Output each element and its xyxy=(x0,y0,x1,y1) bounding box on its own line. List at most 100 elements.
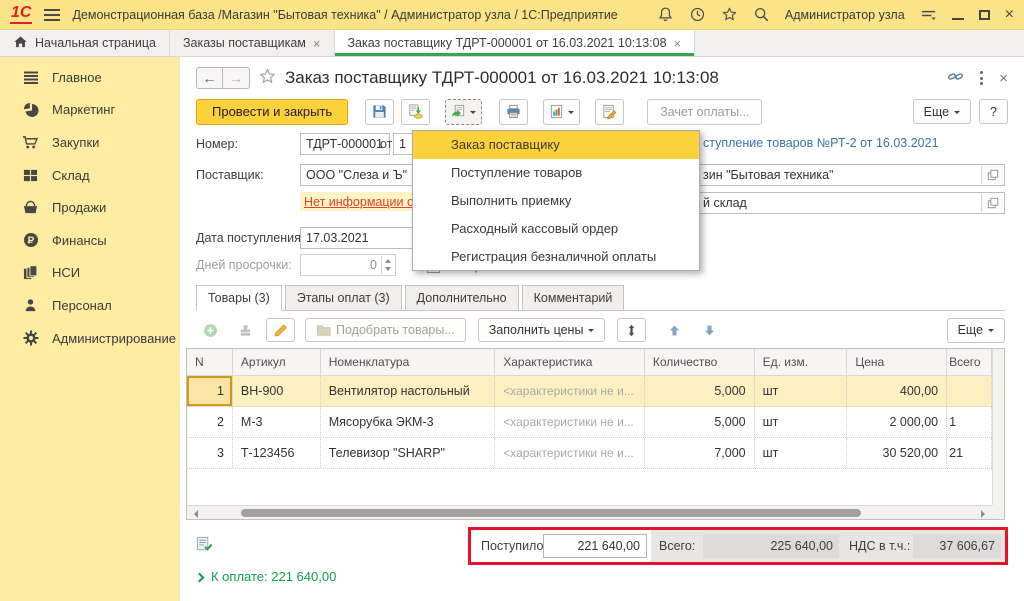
cell-price[interactable]: 2 000,00 xyxy=(847,407,947,437)
sidebar-item-main[interactable]: Главное xyxy=(0,61,180,94)
cell-price[interactable]: 400,00 xyxy=(847,376,947,406)
sidebar-item-administration[interactable]: Администрирование xyxy=(0,322,180,355)
menu-item-perform-acceptance[interactable]: Выполнить приемку xyxy=(413,187,699,215)
sidebar-item-purchases[interactable]: Закупки xyxy=(0,126,180,159)
tab-home[interactable]: Начальная страница xyxy=(0,30,170,56)
field-chooser-icon[interactable] xyxy=(981,166,1003,184)
menu-item-cashless-payment[interactable]: Регистрация безналичной оплаты xyxy=(413,242,699,270)
sidebar-item-warehouse[interactable]: Склад xyxy=(0,159,180,192)
hamburger-icon[interactable] xyxy=(44,9,60,21)
user-name[interactable]: Администратор узла xyxy=(785,8,905,22)
service-menu-icon[interactable] xyxy=(920,6,937,23)
menu-item-supplier-order[interactable]: Заказ поставщику xyxy=(413,131,699,159)
cell-total[interactable]: 21 xyxy=(947,438,992,468)
number-input[interactable]: ТДРТ-000001 xyxy=(300,133,390,155)
cell-characteristic[interactable]: <характеристики не и... xyxy=(495,438,645,468)
tab-payment-stages[interactable]: Этапы оплат (3) xyxy=(285,285,402,310)
pick-goods-button[interactable]: Подобрать товары... xyxy=(305,318,466,342)
stamp-button[interactable] xyxy=(231,318,260,342)
save-button[interactable] xyxy=(365,99,394,125)
back-button[interactable]: ← xyxy=(196,67,223,89)
cell-unit[interactable]: шт xyxy=(755,376,848,406)
kebab-menu-icon[interactable] xyxy=(980,71,983,85)
menu-item-cash-order[interactable]: Расходный кассовый ордер xyxy=(413,214,699,242)
scroll-right-icon[interactable] xyxy=(981,510,989,518)
sidebar-item-personnel[interactable]: Персонал xyxy=(0,289,180,322)
arrival-date-input[interactable]: 17.03.2021 xyxy=(300,227,422,249)
maximize-icon[interactable] xyxy=(979,10,990,20)
cell-article[interactable]: М-3 xyxy=(233,407,321,437)
sidebar-item-finance[interactable]: Р Финансы xyxy=(0,224,180,257)
tab-additional[interactable]: Дополнительно xyxy=(405,285,519,310)
edit-button[interactable] xyxy=(595,99,624,125)
receipt-document-link[interactable]: ступление товаров №РТ-2 от 16.03.2021 xyxy=(703,136,939,150)
tab-close-icon[interactable]: × xyxy=(674,36,682,51)
reports-button[interactable] xyxy=(543,99,580,125)
cell-price[interactable]: 30 520,00 xyxy=(847,438,947,468)
favorites-icon[interactable] xyxy=(721,6,738,23)
cell-unit[interactable]: шт xyxy=(755,438,848,468)
menu-item-goods-receipt[interactable]: Поступление товаров xyxy=(413,159,699,187)
row-height-button[interactable] xyxy=(617,318,646,342)
post-and-close-button[interactable]: Провести и закрыть xyxy=(196,99,348,125)
favorite-star-icon[interactable] xyxy=(258,67,277,89)
history-icon[interactable] xyxy=(689,6,706,23)
cell-n[interactable]: 1 xyxy=(187,376,233,406)
scroll-left-icon[interactable] xyxy=(190,510,198,518)
move-up-button[interactable] xyxy=(660,318,689,342)
vertical-scrollbar[interactable] xyxy=(992,349,1004,505)
spinner-icon[interactable] xyxy=(381,256,394,274)
close-icon[interactable]: × xyxy=(1005,8,1014,22)
tab-supplier-orders[interactable]: Заказы поставщикам × xyxy=(170,30,335,56)
post-document-button[interactable] xyxy=(401,99,430,125)
cell-total[interactable]: 1 xyxy=(947,407,992,437)
sidebar-item-marketing[interactable]: Маркетинг xyxy=(0,94,180,127)
table-row[interactable]: 1 ВН-900 Вентилятор настольный <характер… xyxy=(187,376,992,407)
payment-offset-button[interactable]: Зачет оплаты... xyxy=(647,99,762,125)
horizontal-scrollbar[interactable] xyxy=(187,505,992,519)
received-input[interactable]: 221 640,00 xyxy=(543,534,647,558)
scrollbar-thumb[interactable] xyxy=(241,509,861,517)
link-icon[interactable] xyxy=(947,68,964,88)
cell-article[interactable]: ВН-900 xyxy=(233,376,321,406)
sidebar-item-sales[interactable]: Продажи xyxy=(0,191,180,224)
doc-check-icon[interactable] xyxy=(196,535,213,555)
tab-supplier-order-doc[interactable]: Заказ поставщику ТДРТ-000001 от 16.03.20… xyxy=(335,30,696,56)
cell-characteristic[interactable]: <характеристики не и... xyxy=(495,407,645,437)
cell-quantity[interactable]: 5,000 xyxy=(645,376,755,406)
cell-article[interactable]: Т-123456 xyxy=(233,438,321,468)
cell-nomenclature[interactable]: Телевизор "SHARP" xyxy=(321,438,496,468)
search-icon[interactable] xyxy=(753,6,770,23)
bell-icon[interactable] xyxy=(657,6,674,23)
add-row-button[interactable] xyxy=(196,318,225,342)
fill-prices-button[interactable]: Заполнить цены xyxy=(478,318,606,342)
cell-n[interactable]: 3 xyxy=(187,438,233,468)
overdue-days-input[interactable]: 0 xyxy=(300,254,396,276)
sidebar-item-nsi[interactable]: НСИ xyxy=(0,257,180,290)
tab-close-icon[interactable]: × xyxy=(313,36,321,51)
to-pay-link[interactable]: К оплате: 221 640,00 xyxy=(196,569,336,584)
create-based-on-button[interactable] xyxy=(445,99,482,125)
table-row[interactable]: 2 М-3 Мясорубка ЭКМ-3 <характеристики не… xyxy=(187,407,992,438)
print-button[interactable] xyxy=(499,99,528,125)
help-button[interactable]: ? xyxy=(979,99,1008,124)
forward-button[interactable]: → xyxy=(223,67,250,89)
cell-characteristic[interactable]: <характеристики не и... xyxy=(495,376,645,406)
tab-comment[interactable]: Комментарий xyxy=(522,285,625,310)
move-down-button[interactable] xyxy=(695,318,724,342)
field-chooser-icon[interactable] xyxy=(981,194,1003,212)
cell-nomenclature[interactable]: Мясорубка ЭКМ-3 xyxy=(321,407,496,437)
cell-nomenclature[interactable]: Вентилятор настольный xyxy=(321,376,496,406)
cell-quantity[interactable]: 5,000 xyxy=(645,407,755,437)
cell-n[interactable]: 2 xyxy=(187,407,233,437)
goods-more-button[interactable]: Еще xyxy=(947,318,1005,343)
cell-unit[interactable]: шт xyxy=(755,407,848,437)
table-row[interactable]: 3 Т-123456 Телевизор "SHARP" <характерис… xyxy=(187,438,992,469)
edit-row-button[interactable] xyxy=(266,318,295,342)
more-button[interactable]: Еще xyxy=(913,99,971,124)
minimize-icon[interactable] xyxy=(952,18,964,20)
form-close-icon[interactable]: × xyxy=(999,70,1008,87)
cell-total[interactable] xyxy=(947,376,992,406)
tab-goods[interactable]: Товары (3) xyxy=(196,285,282,311)
cell-quantity[interactable]: 7,000 xyxy=(645,438,755,468)
